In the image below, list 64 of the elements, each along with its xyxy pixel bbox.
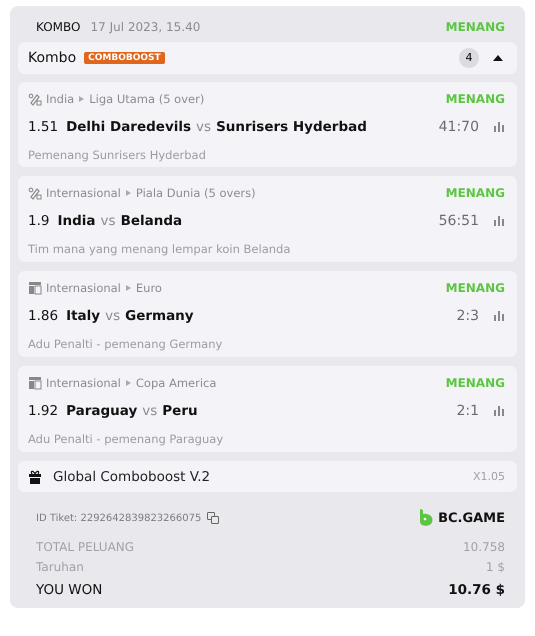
- match-pick: Pemenang Sunrisers Hyderbad: [28, 148, 207, 162]
- match-result: MENANG: [446, 186, 505, 200]
- versus-label: vs: [105, 308, 120, 324]
- chevron-icon: [126, 285, 131, 292]
- stats-icon[interactable]: [493, 122, 505, 132]
- bet-date: 17 Jul 2023, 15.40: [90, 20, 202, 34]
- home-team: Paraguay: [66, 402, 138, 419]
- selection-count: 4: [459, 48, 479, 68]
- match-result: MENANG: [446, 92, 505, 106]
- match-pick: Tim mana yang menang lempar koin Belanda: [28, 242, 292, 256]
- stats-icon[interactable]: [493, 216, 505, 226]
- kombo-header[interactable]: Kombo COMBOBOOST 4: [18, 42, 517, 74]
- stats-icon[interactable]: [493, 406, 505, 416]
- away-team: Sunrisers Hyderbad: [216, 118, 367, 135]
- match-league: Euro: [136, 281, 162, 296]
- boost-badge: COMBOBOOST: [84, 52, 165, 64]
- match-result: MENANG: [446, 281, 505, 296]
- match-league: Copa America: [136, 376, 216, 390]
- home-team: Delhi Daredevils: [66, 118, 192, 135]
- total-value: 10.76 $: [448, 582, 505, 598]
- home-team: India: [57, 213, 96, 230]
- result-status: MENANG: [446, 20, 505, 34]
- match-country: Internasional: [46, 186, 121, 200]
- versus-label: vs: [100, 213, 116, 230]
- total-value: 10.758: [463, 540, 505, 554]
- match-odds: 1.51: [28, 118, 58, 135]
- gift-icon: [28, 470, 42, 484]
- match-country: Internasional: [46, 281, 121, 296]
- total-label: TOTAL PELUANG: [36, 540, 134, 554]
- match-league: Piala Dunia (5 overs): [136, 186, 256, 200]
- match-result: MENANG: [446, 376, 505, 390]
- ticket-id: ID Tiket: 2292642839823266075: [36, 512, 202, 524]
- match-score: 41:70: [438, 118, 479, 135]
- chevron-icon: [126, 380, 131, 386]
- total-label: YOU WON: [36, 582, 102, 598]
- brand-logo-icon: [419, 509, 434, 528]
- match-odds: 1.86: [28, 308, 58, 324]
- match-pick: Adu Penalti - pemenang Paraguay: [28, 432, 224, 446]
- match-odds: 1.9: [28, 213, 50, 230]
- boost-multiplier: X1.05: [472, 470, 505, 484]
- kombo-title: Kombo: [28, 50, 76, 66]
- match-pick: Adu Penalti - pemenang Germany: [28, 337, 224, 352]
- match-score: 56:51: [438, 213, 479, 230]
- away-team: Belanda: [120, 213, 182, 230]
- boost-label: Global Comboboost V.2: [53, 468, 210, 485]
- chevron-icon: [79, 96, 84, 102]
- match-country: India: [46, 92, 74, 106]
- copy-icon[interactable]: [207, 512, 220, 524]
- bet-type: KOMBO: [36, 20, 80, 34]
- chevron-icon: [126, 190, 131, 196]
- match-odds: 1.92: [28, 402, 58, 419]
- versus-label: vs: [196, 118, 212, 135]
- away-team: Germany: [125, 308, 194, 324]
- versus-label: vs: [142, 402, 158, 419]
- away-team: Peru: [162, 402, 198, 419]
- brand-name: BC.GAME: [438, 510, 505, 526]
- match-score: 2:1: [456, 402, 479, 419]
- match-score: 2:3: [456, 308, 479, 324]
- total-label: Taruhan: [36, 560, 84, 574]
- match-league: Liga Utama (5 over): [89, 92, 204, 106]
- match-country: Internasional: [46, 376, 121, 390]
- total-value: 1 $: [486, 560, 505, 574]
- home-team: Italy: [66, 308, 100, 324]
- stats-icon[interactable]: [493, 311, 505, 322]
